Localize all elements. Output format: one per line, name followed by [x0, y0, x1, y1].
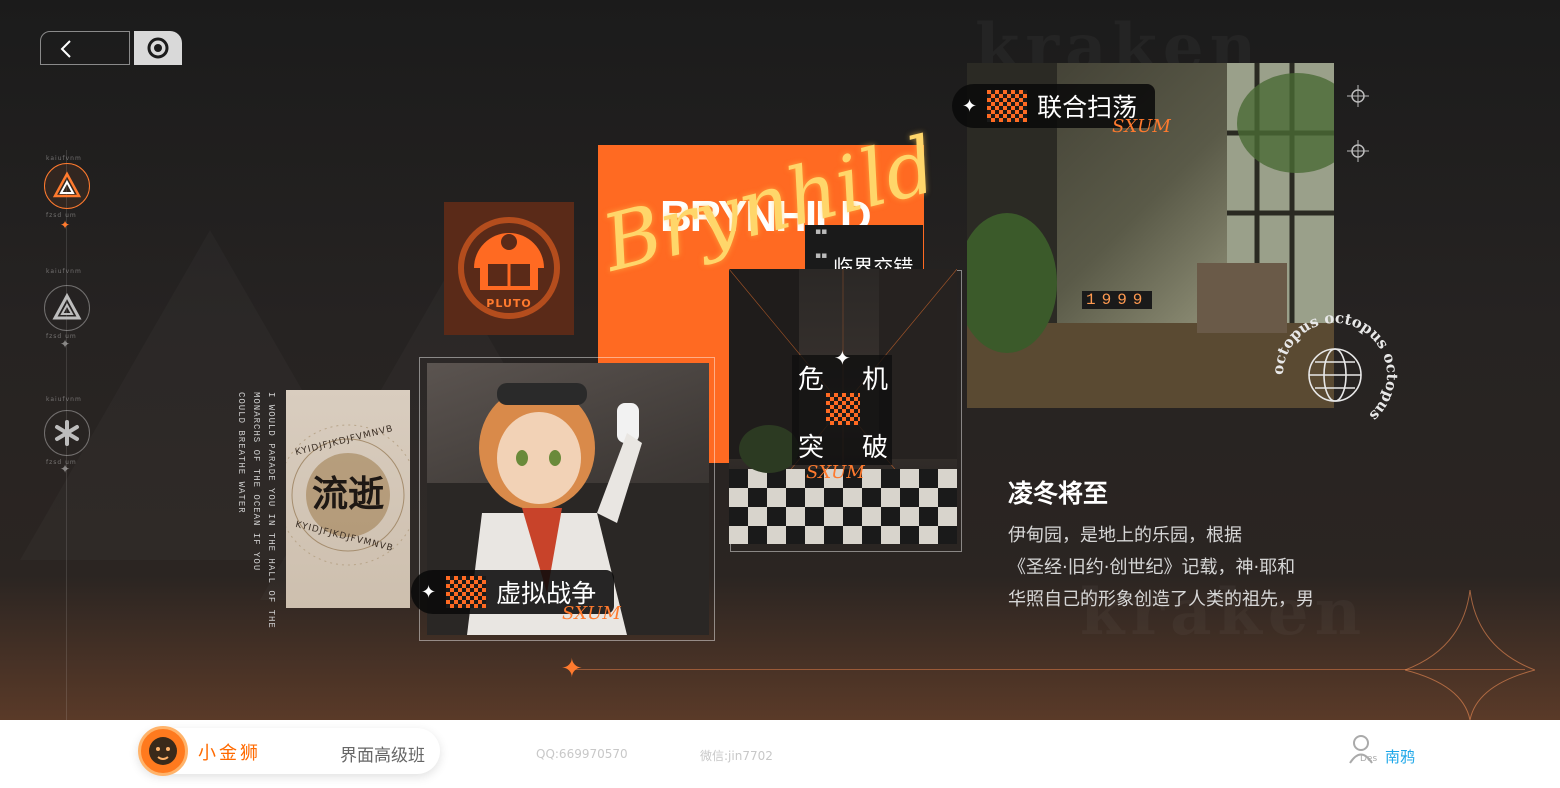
back-button[interactable] — [40, 31, 130, 65]
info-title: 凌冬将至 — [1008, 479, 1109, 508]
star-outline-icon — [1405, 590, 1535, 720]
crisis-char: 机 — [862, 365, 889, 395]
brand-name: 小金狮 — [198, 743, 261, 764]
crosshair-icon — [1347, 140, 1369, 162]
octopus-ring-text: octopus octopus octopus — [1270, 310, 1400, 425]
brand-subtitle: 界面高级班 — [340, 746, 425, 766]
wechat-text: 微信:jin7702 — [700, 749, 773, 763]
rail-caption: kaiufvnm — [46, 268, 82, 275]
user-des: Des — [1360, 754, 1378, 764]
rail-item-3[interactable] — [44, 410, 90, 456]
poster-title: 流逝 — [311, 473, 384, 515]
info-line: 华照自己的形象创造了人类的祖先，男 — [1008, 589, 1314, 610]
sparkle-icon: ✦ — [834, 346, 851, 370]
chevron-left-icon — [60, 40, 71, 58]
sparkle-icon: ✦ — [561, 654, 583, 684]
joint-sweep-script: SXUM — [1112, 116, 1171, 137]
virtual-war-script: SXUM — [562, 603, 621, 624]
user-name[interactable]: 南鸦 — [1385, 746, 1415, 767]
poster-vertical-line: MONARCHS OF THE OCEAN IF YOU — [251, 392, 261, 572]
view-toggle-button[interactable] — [134, 31, 182, 65]
rail-item-2[interactable] — [44, 285, 90, 331]
game-screen: kraken kraken kaiufvnm fzsd um ✦ kaiufvn… — [0, 0, 1560, 720]
footer: 小金狮 界面高级班 QQ:669970570 微信:jin7702 Des 南鸦 — [0, 720, 1560, 788]
crisis-char: 破 — [862, 433, 889, 463]
checker-icon — [987, 90, 1028, 122]
rail-star-icon: ✦ — [60, 462, 71, 476]
info-line: 《圣经·旧约·创世纪》记载，神·耶和 — [1008, 557, 1296, 578]
octopus-ring: octopus octopus octopus — [1270, 310, 1400, 425]
rail-star-icon: ✦ — [60, 218, 71, 232]
qq-text: QQ:669970570 — [536, 747, 628, 761]
rail-item-1[interactable] — [44, 163, 90, 209]
pluto-label: PLUTO — [486, 297, 532, 310]
poster-vertical-line: I WOULD PARADE YOU IN THE HALL OF THE — [266, 392, 276, 629]
asterisk-badge-icon — [55, 420, 79, 446]
crisis-char: 突 — [798, 433, 825, 463]
brand-pill: 小金狮 界面高级班 — [138, 726, 440, 776]
poster-card[interactable]: KYIDJFJKDJFVMNVB 流逝 KYIDJFJKDJFVMNVB — [286, 390, 410, 608]
rail-caption: kaiufvnm — [46, 396, 82, 403]
poster-vertical-line: COULD BREATHE WATER — [236, 392, 246, 514]
checker-icon — [826, 393, 860, 425]
sparkle-icon: ✦ — [421, 581, 437, 603]
pluto-card[interactable]: PLUTO — [444, 202, 574, 335]
crisis-label: 危 机 突 破 — [792, 355, 892, 465]
svg-text:octopus octopus octopus: octopus octopus octopus — [1270, 310, 1400, 425]
sparkle-icon: ✦ — [962, 95, 978, 117]
info-line: 伊甸园，是地上的乐园，根据 — [1008, 525, 1242, 546]
globe-icon — [1308, 348, 1362, 402]
crisis-char: 危 — [798, 365, 825, 395]
pluto-emblem-icon — [458, 217, 560, 319]
lion-logo-icon — [138, 726, 188, 776]
divider-line — [575, 669, 1525, 670]
triangle-knot-icon — [52, 171, 82, 198]
rail-star-icon: ✦ — [60, 337, 71, 351]
triangle-ring-icon — [52, 293, 82, 320]
crisis-script: SXUM — [806, 462, 865, 483]
checker-icon — [446, 576, 487, 608]
eye-icon — [147, 37, 169, 59]
dots-icon: ▪▪ ▪▪ — [815, 227, 828, 261]
crosshair-icon — [1347, 85, 1369, 107]
clock-digits: 1999 — [1082, 291, 1153, 309]
rail-caption: kaiufvnm — [46, 155, 82, 162]
